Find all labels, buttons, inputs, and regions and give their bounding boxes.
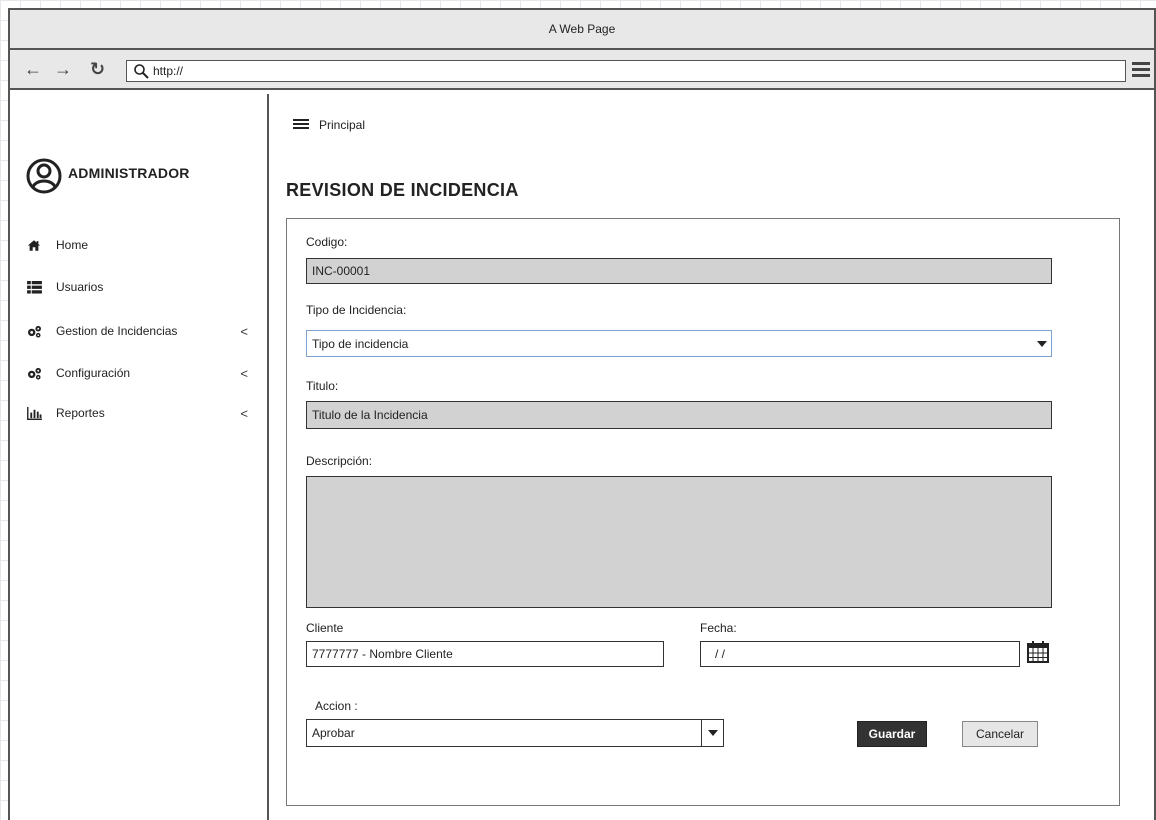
tipo-incidencia-label: Tipo de Incidencia: xyxy=(306,303,407,317)
codigo-value: INC-00001 xyxy=(312,264,371,278)
tipo-incidencia-value: Tipo de incidencia xyxy=(312,336,409,351)
codigo-field[interactable]: INC-00001 xyxy=(306,258,1052,284)
sidebar-item-home[interactable]: Home xyxy=(26,234,256,256)
titulo-field[interactable]: Titulo de la Incidencia xyxy=(306,401,1052,429)
hamburger-menu-icon[interactable] xyxy=(1132,62,1150,78)
window-titlebar: A Web Page xyxy=(10,10,1154,50)
chevron-left-icon: < xyxy=(240,323,248,339)
calendar-icon[interactable] xyxy=(1027,641,1049,663)
main-area: Principal REVISION DE INCIDENCIA Codigo:… xyxy=(271,94,1154,820)
cogs-icon xyxy=(26,324,42,338)
dropdown-arrow-icon xyxy=(701,720,723,746)
cancelar-button[interactable]: Cancelar xyxy=(962,721,1038,747)
accion-select[interactable]: Aprobar xyxy=(306,719,724,747)
fecha-value: / / xyxy=(715,647,726,661)
home-icon xyxy=(26,238,42,252)
sidebar-item-reportes[interactable]: Reportes < xyxy=(26,402,256,424)
reload-icon[interactable]: ↻ xyxy=(90,59,105,79)
address-bar[interactable]: http:// xyxy=(126,60,1126,82)
sidebar-item-label: Usuarios xyxy=(56,280,104,294)
browser-window: A Web Page ← → ↻ http:// ADMINISTRADOR H… xyxy=(8,8,1156,820)
accion-label: Accion : xyxy=(315,699,358,713)
tipo-incidencia-select[interactable]: Tipo de incidencia xyxy=(306,330,1052,357)
list-icon xyxy=(26,280,42,294)
user-avatar-icon xyxy=(26,158,62,194)
sidebar-item-usuarios[interactable]: Usuarios xyxy=(26,276,256,298)
page-content: ADMINISTRADOR Home Usuarios Gestion de I… xyxy=(10,94,1154,820)
sidebar: ADMINISTRADOR Home Usuarios Gestion de I… xyxy=(10,94,269,820)
sidebar-item-label: Home xyxy=(56,238,89,252)
guardar-button[interactable]: Guardar xyxy=(857,721,927,747)
sidebar-item-label: Gestion de Incidencias xyxy=(56,324,178,338)
page-title: REVISION DE INCIDENCIA xyxy=(286,180,519,200)
descripcion-label: Descripción: xyxy=(306,454,373,468)
dropdown-arrow-icon xyxy=(1033,331,1051,356)
chevron-left-icon: < xyxy=(240,365,248,381)
back-arrow-icon[interactable]: ← xyxy=(24,59,42,79)
codigo-label: Codigo: xyxy=(306,235,348,249)
fecha-field[interactable]: / / xyxy=(700,641,1020,667)
sidebar-item-label: Reportes xyxy=(56,406,105,420)
forward-arrow-icon[interactable]: → xyxy=(54,59,72,79)
user-profile: ADMINISTRADOR xyxy=(26,158,190,194)
cogs-icon xyxy=(26,366,42,380)
cliente-value: 7777777 - Nombre Cliente xyxy=(312,647,453,661)
fecha-label: Fecha: xyxy=(700,621,737,635)
descripcion-textarea[interactable] xyxy=(306,476,1052,608)
accion-value: Aprobar xyxy=(312,726,355,740)
cliente-label: Cliente xyxy=(306,621,344,635)
cliente-field[interactable]: 7777777 - Nombre Cliente xyxy=(306,641,664,667)
browser-toolbar: ← → ↻ http:// xyxy=(10,50,1154,90)
address-bar-url: http:// xyxy=(153,64,184,78)
sidebar-item-label: Configuración xyxy=(56,366,131,380)
search-icon xyxy=(134,64,149,79)
breadcrumb-label: Principal xyxy=(319,118,366,132)
incident-form-panel: Codigo: INC-00001 Tipo de Incidencia: Ti… xyxy=(286,218,1120,806)
sidebar-item-configuracion[interactable]: Configuración < xyxy=(26,362,256,384)
chevron-left-icon: < xyxy=(240,405,248,421)
menu-lines-icon xyxy=(293,119,309,131)
window-title: A Web Page xyxy=(548,22,616,36)
user-name: ADMINISTRADOR xyxy=(68,165,190,181)
sidebar-item-gestion-incidencias[interactable]: Gestion de Incidencias < xyxy=(26,320,256,342)
titulo-value: Titulo de la Incidencia xyxy=(312,408,428,422)
titulo-label: Titulo: xyxy=(306,379,339,393)
breadcrumb[interactable]: Principal xyxy=(293,118,365,132)
bar-chart-icon xyxy=(26,406,42,420)
